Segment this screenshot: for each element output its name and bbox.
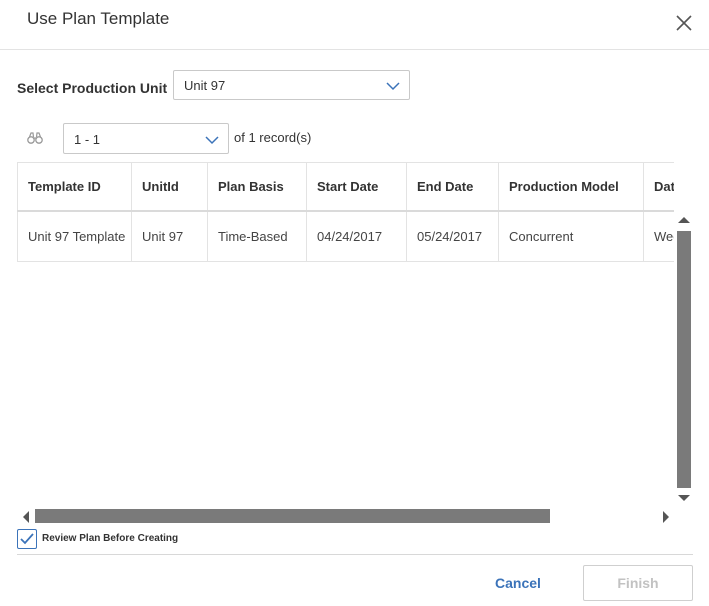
cell-template-id: Unit 97 Template	[17, 211, 132, 262]
cell-end-date: 05/24/2017	[406, 211, 499, 262]
column-header-start-date[interactable]: Start Date	[306, 163, 407, 212]
record-count-text: of 1 record(s)	[234, 130, 312, 145]
review-plan-checkbox[interactable]	[17, 529, 37, 549]
scroll-down-arrow[interactable]	[678, 495, 690, 501]
scroll-left-arrow[interactable]	[23, 511, 29, 523]
column-header-end-date[interactable]: End Date	[406, 163, 499, 212]
template-grid: Template ID UnitId Plan Basis Start Date…	[17, 162, 674, 509]
scroll-right-arrow[interactable]	[663, 511, 669, 523]
table-row[interactable]: Unit 97 Template Unit 97 Time-Based 04/2…	[17, 211, 674, 262]
dialog-header: Use Plan Template	[0, 0, 709, 50]
column-header-data[interactable]: Dat	[643, 163, 674, 212]
template-table: Template ID UnitId Plan Basis Start Date…	[17, 163, 674, 262]
production-unit-value: Unit 97	[184, 78, 226, 93]
table-header-row: Template ID UnitId Plan Basis Start Date…	[17, 163, 674, 212]
cell-start-date: 04/24/2017	[306, 211, 407, 262]
review-plan-label[interactable]: Review Plan Before Creating	[42, 533, 178, 544]
column-header-unit-id[interactable]: UnitId	[131, 163, 208, 212]
cell-plan-basis: Time-Based	[207, 211, 307, 262]
finish-button[interactable]: Finish	[583, 565, 693, 601]
record-range-select[interactable]: 1 - 1	[63, 123, 229, 154]
binoculars-icon[interactable]	[27, 131, 43, 144]
vertical-scrollbar-thumb[interactable]	[677, 231, 691, 488]
dialog-title: Use Plan Template	[27, 9, 170, 28]
chevron-down-icon	[386, 82, 400, 91]
close-icon[interactable]	[673, 12, 695, 34]
scroll-up-arrow[interactable]	[678, 217, 690, 223]
column-header-production-model[interactable]: Production Model	[498, 163, 644, 212]
column-header-template-id[interactable]: Template ID	[17, 163, 132, 212]
cell-unit-id: Unit 97	[131, 211, 208, 262]
cell-production-model: Concurrent	[498, 211, 644, 262]
checkmark-icon	[20, 533, 34, 545]
record-range-value: 1 - 1	[74, 132, 101, 147]
cancel-button[interactable]: Cancel	[484, 569, 552, 597]
chevron-down-icon	[205, 136, 219, 145]
cell-data: Wee	[643, 211, 674, 262]
horizontal-scrollbar-thumb[interactable]	[35, 509, 550, 523]
production-unit-label: Select Production Unit	[17, 80, 168, 96]
production-unit-select[interactable]: Unit 97	[173, 70, 410, 100]
column-header-plan-basis[interactable]: Plan Basis	[207, 163, 307, 212]
footer-divider	[17, 554, 693, 555]
